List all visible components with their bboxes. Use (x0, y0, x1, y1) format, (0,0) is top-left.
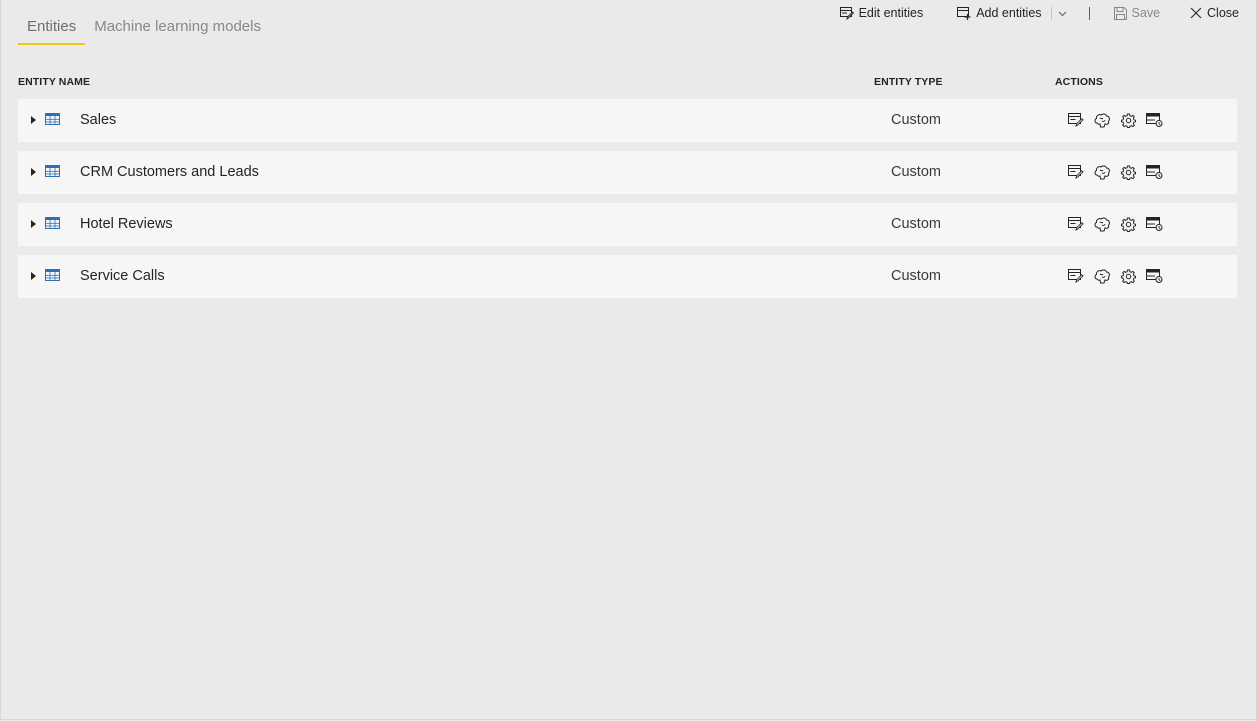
column-header-entity-type: ENTITY TYPE (874, 76, 943, 88)
split-divider (1050, 6, 1052, 20)
expand-caret-icon[interactable] (31, 272, 36, 280)
entity-name: Service Calls (80, 268, 165, 284)
table-icon (45, 164, 60, 182)
table-row[interactable]: Service Calls Custom (18, 255, 1237, 298)
save-icon (1113, 6, 1127, 20)
brain-icon[interactable] (1093, 215, 1111, 233)
tab-entities[interactable]: Entities (18, 14, 86, 45)
toolbar-separator (1088, 6, 1090, 20)
save-button[interactable]: Save (1113, 6, 1161, 20)
expand-caret-icon[interactable] (31, 168, 36, 176)
brain-icon[interactable] (1093, 111, 1111, 129)
edit-entity-icon[interactable] (1067, 267, 1085, 285)
row-actions (1067, 111, 1163, 129)
save-label: Save (1131, 6, 1161, 20)
row-actions (1067, 267, 1163, 285)
gear-icon[interactable] (1119, 267, 1137, 285)
entity-type: Custom (891, 112, 941, 128)
table-icon (45, 268, 60, 286)
table-icon (45, 112, 60, 130)
table-header: ENTITY NAME ENTITY TYPE ACTIONS (18, 76, 1237, 90)
edit-entity-icon[interactable] (1067, 215, 1085, 233)
add-entities-button[interactable]: Add entities (957, 6, 1042, 20)
incremental-refresh-icon[interactable] (1145, 215, 1163, 233)
entity-type: Custom (891, 164, 941, 180)
close-button[interactable]: Close (1190, 6, 1239, 20)
chevron-down-icon (1058, 6, 1067, 20)
incremental-refresh-icon[interactable] (1145, 163, 1163, 181)
close-label: Close (1207, 6, 1239, 20)
incremental-refresh-icon[interactable] (1145, 111, 1163, 129)
tab-machine-learning-models[interactable]: Machine learning models (85, 14, 270, 45)
row-actions (1067, 215, 1163, 233)
tab-bar: Entities Machine learning models (18, 14, 270, 45)
entity-type: Custom (891, 268, 941, 284)
add-entities-label: Add entities (976, 6, 1042, 20)
gear-icon[interactable] (1119, 111, 1137, 129)
incremental-refresh-icon[interactable] (1145, 267, 1163, 285)
table-row[interactable]: CRM Customers and Leads Custom (18, 151, 1237, 194)
add-entities-icon (957, 6, 971, 20)
table-row[interactable]: Sales Custom (18, 99, 1237, 142)
entity-list: Sales Custom CRM Customers and Leads Cus… (18, 99, 1237, 307)
row-actions (1067, 163, 1163, 181)
entity-name: CRM Customers and Leads (80, 164, 259, 180)
brain-icon[interactable] (1093, 267, 1111, 285)
toolbar: Edit entities Add entities Save Close (839, 4, 1239, 22)
brain-icon[interactable] (1093, 163, 1111, 181)
expand-caret-icon[interactable] (31, 116, 36, 124)
expand-caret-icon[interactable] (31, 220, 36, 228)
edit-entities-button[interactable]: Edit entities (839, 6, 924, 20)
close-icon (1190, 7, 1202, 19)
edit-entities-label: Edit entities (858, 6, 924, 20)
gear-icon[interactable] (1119, 163, 1137, 181)
edit-entity-icon[interactable] (1067, 163, 1085, 181)
entity-type: Custom (891, 216, 941, 232)
gear-icon[interactable] (1119, 215, 1137, 233)
entity-name: Sales (80, 112, 117, 128)
entity-name: Hotel Reviews (80, 216, 173, 232)
column-header-actions: ACTIONS (1055, 76, 1103, 88)
table-row[interactable]: Hotel Reviews Custom (18, 203, 1237, 246)
edit-entity-icon[interactable] (1067, 111, 1085, 129)
edit-entities-icon (839, 6, 854, 20)
table-icon (45, 216, 60, 234)
add-entities-dropdown[interactable] (1058, 6, 1067, 20)
column-header-entity-name: ENTITY NAME (18, 76, 91, 88)
